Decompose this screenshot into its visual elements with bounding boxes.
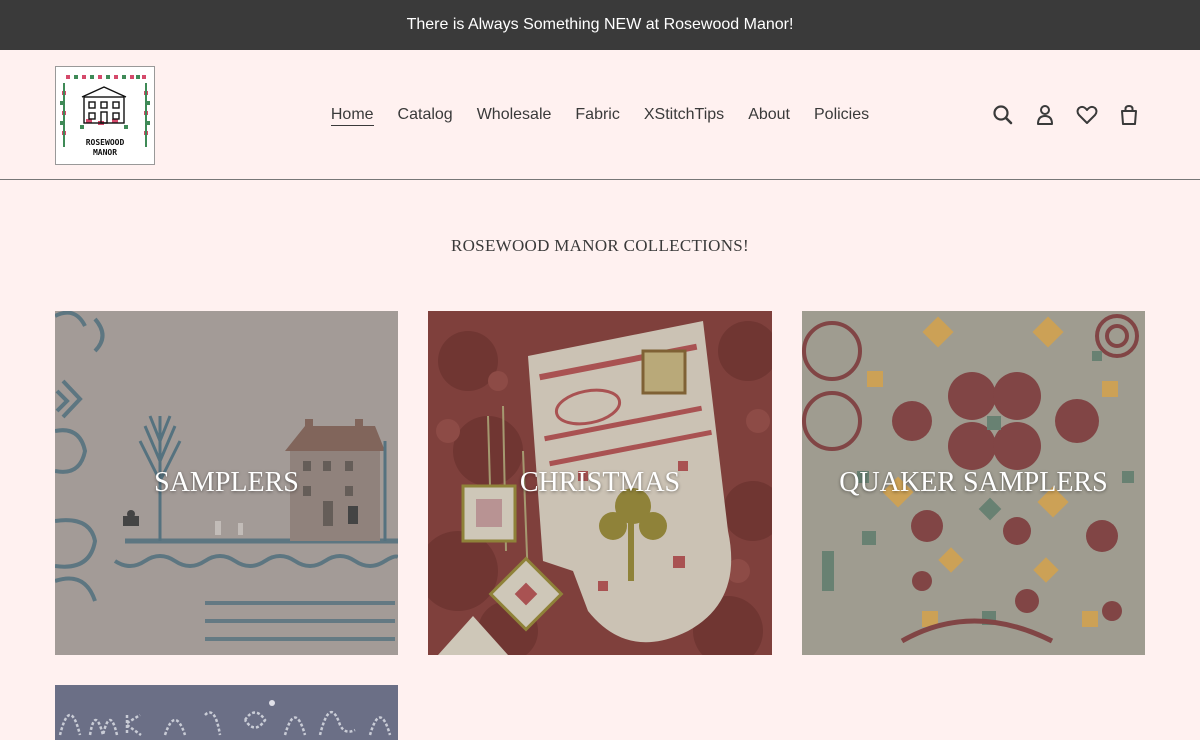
announcement-text: There is Always Something NEW at Rosewoo… — [406, 16, 794, 33]
logo-image: ROSEWOOD MANOR — [60, 75, 150, 157]
collection-title: CHRISTMAS — [519, 467, 681, 498]
nav-xstitchtips[interactable]: XStitchTips — [644, 105, 724, 126]
collection-tile-4[interactable] — [55, 685, 398, 740]
nav-about[interactable]: About — [748, 105, 790, 126]
collections-heading: ROSEWOOD MANOR COLLECTIONS! — [450, 236, 750, 255]
site-header: ROSEWOOD MANOR Home Catalog Wholesale Fa… — [0, 50, 1200, 180]
site-logo[interactable]: ROSEWOOD MANOR — [55, 66, 155, 165]
nav-catalog[interactable]: Catalog — [398, 105, 453, 126]
collection-title: QUAKER SAMPLERS — [839, 467, 1108, 498]
heart-icon[interactable] — [1074, 102, 1100, 128]
collection-title: SAMPLERS — [154, 467, 299, 498]
collection-samplers[interactable]: SAMPLERS — [55, 311, 398, 655]
search-icon[interactable] — [990, 102, 1016, 128]
collection-4-image — [55, 685, 398, 740]
cart-icon[interactable] — [1116, 102, 1142, 128]
nav-policies[interactable]: Policies — [814, 105, 869, 126]
nav-fabric[interactable]: Fabric — [575, 105, 619, 126]
account-icon[interactable] — [1032, 102, 1058, 128]
header-icons — [990, 102, 1142, 128]
collection-christmas[interactable]: CHRISTMAS — [428, 311, 772, 655]
collection-quaker-samplers[interactable]: QUAKER SAMPLERS — [802, 311, 1145, 655]
announcement-bar: There is Always Something NEW at Rosewoo… — [0, 0, 1200, 50]
nav-home[interactable]: Home — [330, 105, 374, 126]
logo-line2: MANOR — [93, 148, 117, 157]
main-nav: Home Catalog Wholesale Fabric XStitchTip… — [330, 105, 870, 126]
nav-wholesale[interactable]: Wholesale — [477, 105, 552, 126]
logo-line1: ROSEWOOD — [86, 138, 125, 147]
